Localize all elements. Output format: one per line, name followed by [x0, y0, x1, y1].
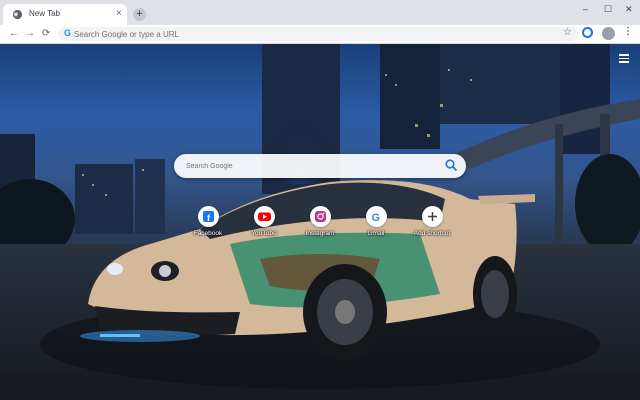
bookmark-star-icon[interactable]: ☆ [563, 27, 572, 38]
back-button[interactable]: ← [9, 27, 19, 40]
tab-strip: New Tab × + – ☐ ✕ [0, 0, 640, 25]
close-window-button[interactable]: ✕ [625, 4, 633, 15]
shortcut-label: Facebook [193, 230, 223, 237]
shortcut-label: Add shortcut [413, 230, 451, 237]
omnibox-input[interactable] [74, 28, 554, 40]
browser-window: New Tab × + – ☐ ✕ ← → ⟳ G ☆ ⋮ [0, 0, 640, 400]
tab-close-icon[interactable]: × [116, 8, 122, 20]
maximize-button[interactable]: ☐ [604, 4, 612, 15]
tab-title: New Tab [29, 9, 60, 18]
plus-icon [421, 206, 443, 227]
shortcut-label: YouTube [251, 230, 277, 237]
toolbar: ← → ⟳ G ☆ [0, 25, 640, 44]
profile-avatar[interactable] [602, 27, 615, 40]
ntp-search-box[interactable] [174, 154, 466, 178]
new-tab-button[interactable]: + [133, 8, 146, 21]
shortcut-facebook[interactable]: f Facebook [180, 206, 236, 251]
shortcut-gmail[interactable]: G Gmail [348, 206, 404, 251]
instagram-icon [309, 206, 331, 227]
reload-button[interactable]: ⟳ [42, 27, 50, 40]
customize-menu-icon[interactable] [619, 54, 629, 65]
extension-icon[interactable] [582, 27, 593, 38]
google-icon: G [365, 206, 387, 227]
google-icon: G [64, 28, 72, 38]
tab-new-tab[interactable]: New Tab × [3, 4, 127, 25]
shortcut-instagram[interactable]: Instagram [292, 206, 348, 251]
minimize-button[interactable]: – [583, 4, 588, 14]
shortcuts-grid: f Facebook YouTube Instagram G Gmail Add… [180, 206, 470, 251]
new-tab-page: f Facebook YouTube Instagram G [0, 44, 640, 400]
youtube-icon [253, 206, 275, 227]
search-icon[interactable] [444, 158, 458, 172]
shortcut-label: Gmail [367, 230, 385, 237]
add-shortcut-button[interactable]: Add shortcut [404, 206, 460, 251]
facebook-icon: f [197, 206, 219, 227]
omnibox[interactable]: G ☆ [58, 27, 578, 41]
forward-button[interactable]: → [25, 27, 35, 40]
chrome-menu-icon[interactable]: ⋮ [623, 26, 633, 37]
globe-icon [12, 9, 23, 20]
shortcut-youtube[interactable]: YouTube [236, 206, 292, 251]
svg-text:G: G [371, 212, 380, 224]
ntp-search-input[interactable] [186, 159, 436, 173]
shortcut-label: Instagram [305, 230, 335, 237]
